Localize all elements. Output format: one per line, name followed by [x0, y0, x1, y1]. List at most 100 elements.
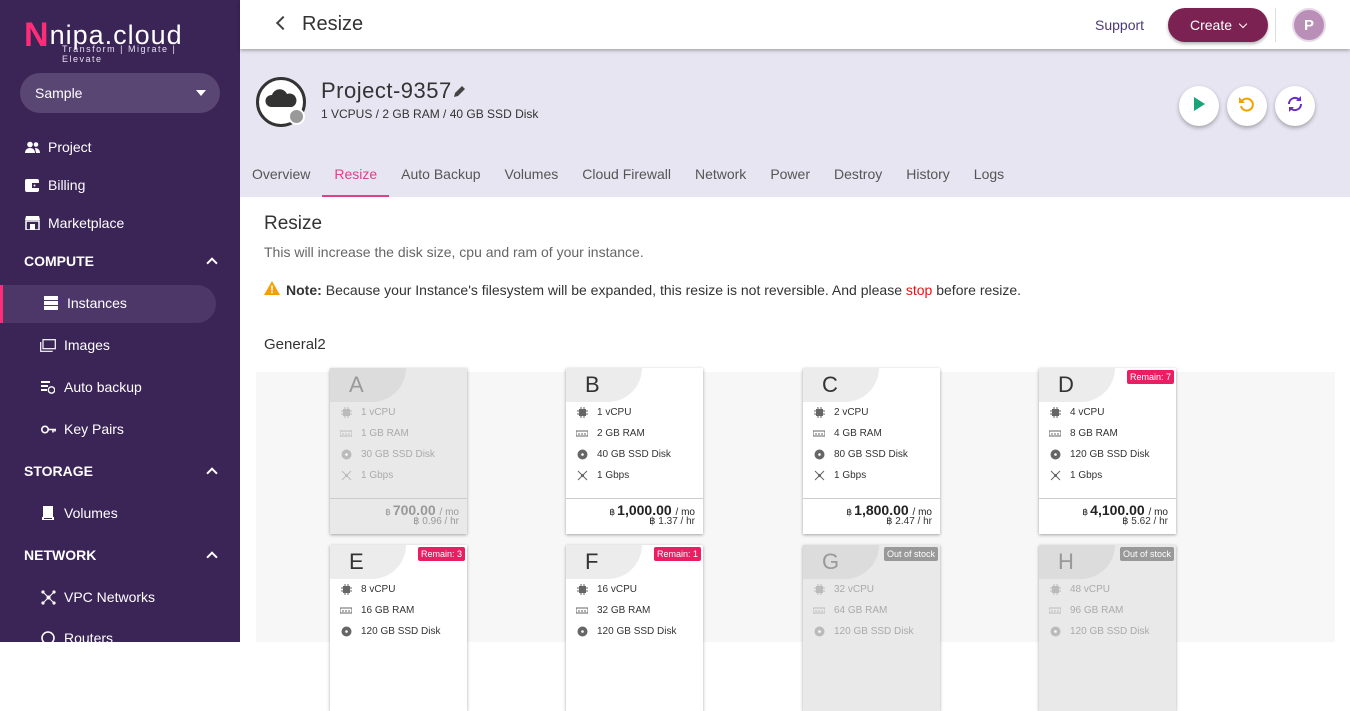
sidebar-item-instances[interactable]: Instances: [43, 292, 127, 314]
play-icon: [1193, 96, 1205, 116]
plan-card-e[interactable]: E Remain: 3 8 vCPU 16 GB RAM 120 GB SSD Disk: [330, 545, 467, 711]
plan-card-f[interactable]: F Remain: 1 16 vCPU 32 GB RAM 120 GB SSD Dis…: [566, 545, 703, 711]
tab-logs[interactable]: Logs: [974, 157, 1004, 197]
plan-spec-cpu: 32 vCPU: [813, 583, 874, 595]
section-compute[interactable]: COMPUTE: [24, 251, 220, 271]
cpu-icon: [1049, 406, 1061, 418]
plan-spec-value: 1 vCPU: [361, 406, 396, 418]
section-heading: Resize: [264, 213, 323, 234]
plan-spec-ram: 4 GB RAM: [813, 427, 882, 439]
back-arrow-icon[interactable]: [275, 15, 291, 31]
rebuild-button[interactable]: [1275, 86, 1315, 126]
support-link[interactable]: Support: [1095, 17, 1144, 33]
router-icon: [40, 630, 56, 642]
pencil-icon[interactable]: [453, 85, 466, 103]
plan-card-h: H Out of stock 48 vCPU 96 GB RAM 120 GB SSD …: [1039, 545, 1176, 711]
plan-spec-value: 1 Gbps: [361, 469, 394, 481]
stock-badge: Out of stock: [1119, 547, 1174, 561]
create-label: Create: [1189, 17, 1233, 33]
tab-cloud-firewall[interactable]: Cloud Firewall: [582, 157, 671, 197]
brand-logo[interactable]: Nnipa.cloud Transform | Migrate | Elevat…: [24, 14, 214, 64]
tab-history[interactable]: History: [906, 157, 950, 197]
chevron-up-icon: [206, 257, 218, 269]
sidebar-item-project[interactable]: Project: [24, 136, 92, 158]
tab-destroy[interactable]: Destroy: [834, 157, 882, 197]
section-title: STORAGE: [24, 463, 93, 479]
main-content: Resize This will increase the disk size,…: [240, 197, 1350, 711]
network-icon: [40, 589, 56, 605]
ram-icon: [576, 427, 588, 439]
plan-spec-cpu: 4 vCPU: [1049, 406, 1104, 418]
plan-spec-ram: 8 GB RAM: [1049, 427, 1118, 439]
ram-icon: [813, 604, 825, 616]
plan-spec-ram: 16 GB RAM: [340, 604, 414, 616]
plan-letter: B: [566, 368, 642, 402]
sidebar-item-routers[interactable]: Routers: [40, 627, 113, 642]
section-storage[interactable]: STORAGE: [24, 461, 220, 481]
server-icon: [43, 295, 59, 311]
sidebar-item-billing[interactable]: Billing: [24, 174, 85, 196]
sidebar-item-marketplace[interactable]: Marketplace: [24, 212, 124, 234]
tab-resize[interactable]: Resize: [322, 157, 390, 197]
tab-power[interactable]: Power: [770, 157, 810, 197]
restart-icon: [1238, 95, 1256, 118]
chevron-down-icon: [1238, 19, 1248, 28]
plan-spec-value: 80 GB SSD Disk: [834, 448, 908, 460]
section-network[interactable]: NETWORK: [24, 545, 220, 565]
plan-spec-ram: 1 GB RAM: [340, 427, 409, 439]
plan-spec-value: 1 vCPU: [597, 406, 632, 418]
tab-overview[interactable]: Overview: [252, 157, 310, 197]
disk-icon: [1049, 625, 1061, 637]
plan-spec-ram: 64 GB RAM: [813, 604, 887, 616]
currency: ฿: [385, 507, 391, 517]
project-select[interactable]: Sample: [20, 73, 220, 113]
plan-spec-net: 1 Gbps: [340, 469, 393, 481]
create-button[interactable]: Create: [1168, 8, 1268, 42]
sidebar-item-images[interactable]: Images: [40, 334, 110, 356]
plan-card-b[interactable]: B1 vCPU 2 GB RAM 40 GB SSD Disk 1 Gbps ฿ 1,00…: [566, 368, 703, 534]
sidebar-item-label: VPC Networks: [64, 589, 156, 605]
divider: [803, 498, 940, 499]
plan-card-c[interactable]: C2 vCPU 4 GB RAM 80 GB SSD Disk 1 Gbps ฿ 1,80…: [803, 368, 940, 534]
sidebar-item-auto-backup[interactable]: Auto backup: [40, 376, 142, 398]
sidebar-item-key-pairs[interactable]: Key Pairs: [40, 418, 124, 440]
plan-spec-cpu: 16 vCPU: [576, 583, 637, 595]
plan-letter: G: [803, 545, 879, 579]
sidebar-item-vpc-networks[interactable]: VPC Networks: [40, 586, 155, 608]
instance-name: Project-9357: [321, 78, 452, 103]
plan-card-g: G Out of stock 32 vCPU 64 GB RAM 120 GB SSD …: [803, 545, 940, 711]
sidebar-item-label: Images: [64, 337, 110, 353]
start-button[interactable]: [1179, 86, 1219, 126]
tab-network[interactable]: Network: [695, 157, 746, 197]
plan-letter: A: [330, 368, 406, 402]
plan-spec-ram: 32 GB RAM: [576, 604, 650, 616]
note-end: before resize.: [936, 281, 1022, 298]
cpu-icon: [340, 583, 352, 595]
tab-volumes[interactable]: Volumes: [505, 157, 559, 197]
plan-spec-disk: 40 GB SSD Disk: [576, 448, 671, 460]
avatar[interactable]: P: [1292, 8, 1326, 42]
plan-spec-value: 1 GB RAM: [361, 427, 409, 439]
plan-spec-cpu: 8 vCPU: [340, 583, 395, 595]
disk-icon: [576, 448, 588, 460]
plan-spec-disk: 120 GB SSD Disk: [340, 625, 440, 637]
ram-icon: [1049, 427, 1061, 439]
plan-spec-value: 120 GB SSD Disk: [1070, 625, 1150, 637]
network-speed-icon: [340, 469, 352, 481]
tab-auto-backup[interactable]: Auto Backup: [401, 157, 480, 197]
ram-icon: [813, 427, 825, 439]
plan-spec-disk: 120 GB SSD Disk: [813, 625, 913, 637]
tab-bar: Overview Resize Auto Backup Volumes Clou…: [252, 157, 1028, 197]
plan-spec-ram: 2 GB RAM: [576, 427, 645, 439]
restart-button[interactable]: [1227, 86, 1267, 126]
images-icon: [40, 337, 56, 353]
sidebar-item-volumes[interactable]: Volumes: [40, 502, 118, 524]
plan-spec-value: 32 vCPU: [834, 583, 875, 595]
users-icon: [24, 139, 40, 155]
plan-letter: F: [566, 545, 642, 579]
status-indicator: [288, 108, 305, 125]
section-title: COMPUTE: [24, 253, 94, 269]
plan-card-d[interactable]: D Remain: 7 4 vCPU 8 GB RAM 120 GB SSD Disk 1…: [1039, 368, 1176, 534]
cpu-icon: [1049, 583, 1061, 595]
hourly-price: ฿ 2.47 / hr: [886, 516, 932, 527]
